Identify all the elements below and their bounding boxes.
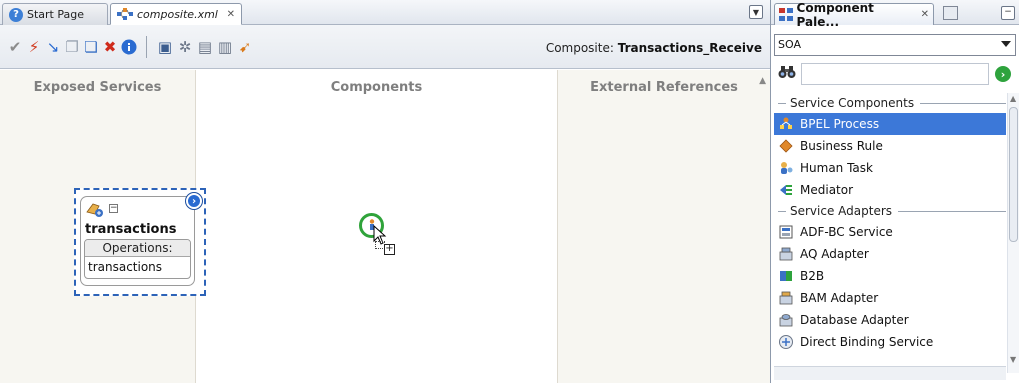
- group-label: Service Components: [790, 96, 915, 110]
- test-icon[interactable]: ▣: [156, 38, 174, 56]
- operations-header: Operations:: [85, 240, 190, 257]
- wire-handle-icon[interactable]: ›: [186, 193, 202, 209]
- composite-editor: ? Start Page composite.xml ✕ ▼ ✔ ⚡ ↘ ❐ ❏…: [0, 0, 770, 383]
- composite-prefix: Composite:: [545, 41, 614, 55]
- palette-list: Service Components BPEL Process Business…: [774, 93, 1006, 378]
- tab-list-dropdown-button[interactable]: ▼: [749, 5, 763, 19]
- aq-adapter-icon: [778, 246, 794, 262]
- wire-icon[interactable]: ↘: [44, 38, 62, 56]
- palette-item-label: Database Adapter: [800, 313, 909, 327]
- palette-title: Component Pale...: [796, 0, 874, 29]
- tab-close-icon[interactable]: ✕: [227, 9, 235, 20]
- palette-item-b2b[interactable]: B2B: [774, 265, 1006, 287]
- deploy-icon[interactable]: ⚡: [25, 38, 43, 56]
- info-icon[interactable]: [120, 38, 138, 56]
- external-references-title: External References: [590, 80, 738, 95]
- tab-start-page[interactable]: ? Start Page: [2, 3, 108, 25]
- composite-name-label: Composite: Transactions_Receive: [546, 41, 762, 55]
- palette-item-direct-binding-service[interactable]: Direct Binding Service: [774, 331, 1006, 353]
- palette-category-select[interactable]: SOA: [774, 34, 1016, 56]
- web-service-icon: [85, 200, 105, 218]
- chevron-down-icon: [1001, 41, 1011, 47]
- toolbar-separator: [146, 36, 147, 58]
- composite-icon: [117, 8, 133, 20]
- palette-item-label: ADF-BC Service: [800, 225, 893, 239]
- service-component[interactable]: − transactions Operations: transactions: [80, 196, 195, 286]
- external-references-lane[interactable]: External References ▲: [557, 70, 770, 383]
- direct-binding-icon: [778, 334, 794, 350]
- group-header-service-components[interactable]: Service Components: [774, 93, 1006, 113]
- mediator-icon: [778, 182, 794, 198]
- palette-item-label: BAM Adapter: [800, 291, 879, 305]
- collapse-button[interactable]: −: [109, 204, 118, 213]
- palette-item-label: Business Rule: [800, 139, 883, 153]
- palette-item-human-task[interactable]: Human Task: [774, 157, 1006, 179]
- editor-toolbar: ✔ ⚡ ↘ ❐ ❏ ✖ ▣ ✲ ▤ ▥ ➹ Composite: Transac…: [0, 25, 770, 69]
- group-header-service-adapters[interactable]: Service Adapters: [774, 201, 1006, 221]
- palette-search-input[interactable]: [801, 63, 989, 85]
- binoculars-search-icon: [778, 65, 796, 83]
- palette-item-business-rule[interactable]: Business Rule: [774, 135, 1006, 157]
- exposed-services-title: Exposed Services: [33, 80, 162, 95]
- settings-icon[interactable]: ✲: [176, 38, 194, 56]
- tab-composite-xml[interactable]: composite.xml ✕: [110, 3, 242, 25]
- operation-item[interactable]: transactions: [85, 257, 190, 278]
- palette-item-database-adapter[interactable]: Database Adapter: [774, 309, 1006, 331]
- palette-item-adf-bc-service[interactable]: ADF-BC Service: [774, 221, 1006, 243]
- export-icon[interactable]: ▥: [216, 38, 234, 56]
- component-palette: Component Pale... ✕ − SOA › Service Comp…: [770, 0, 1019, 383]
- service-name: transactions: [85, 222, 177, 237]
- palette-close-icon[interactable]: ✕: [921, 9, 929, 20]
- palette-scrollbar[interactable]: ▲ ▼: [1007, 93, 1019, 373]
- tab-composite-label: composite.xml: [137, 7, 218, 21]
- adf-bc-icon: [778, 224, 794, 240]
- tab-resource-palette[interactable]: [943, 6, 958, 20]
- operations-panel: Operations: transactions: [84, 239, 191, 279]
- editor-tab-bar: ? Start Page composite.xml ✕ ▼: [0, 0, 770, 25]
- tab-start-page-label: Start Page: [27, 8, 84, 21]
- palette-item-mediator[interactable]: Mediator: [774, 179, 1006, 201]
- validate-icon[interactable]: ✔: [6, 38, 24, 56]
- palette-item-label: Human Task: [800, 161, 873, 175]
- run-icon[interactable]: ➹: [236, 38, 254, 56]
- palette-status-strip: [774, 366, 1006, 380]
- scroll-up-icon[interactable]: ▲: [1010, 94, 1016, 103]
- group-label: Service Adapters: [790, 204, 893, 218]
- palette-category-value: SOA: [778, 38, 801, 51]
- palette-item-bpel-process[interactable]: BPEL Process: [774, 113, 1006, 135]
- properties-icon[interactable]: ▤: [196, 38, 214, 56]
- tab-component-palette[interactable]: Component Pale... ✕: [774, 1, 934, 29]
- palette-scroll-thumb[interactable]: [1009, 107, 1018, 242]
- paste-icon[interactable]: ❏: [82, 38, 100, 56]
- palette-tab-bar: Component Pale... ✕ −: [771, 0, 1019, 29]
- palette-item-label: AQ Adapter: [800, 247, 869, 261]
- drag-add-icon: +: [384, 243, 395, 255]
- palette-item-aq-adapter[interactable]: AQ Adapter: [774, 243, 1006, 265]
- copy-icon[interactable]: ❐: [63, 38, 81, 56]
- components-title: Components: [330, 80, 423, 95]
- help-icon: ?: [9, 7, 23, 22]
- bpel-process-icon: [778, 116, 794, 132]
- minimize-button[interactable]: −: [1001, 6, 1015, 20]
- palette-item-label: B2B: [800, 269, 825, 283]
- database-adapter-icon: [778, 312, 794, 328]
- scroll-down-icon[interactable]: ▼: [1010, 355, 1016, 364]
- palette-grid-icon: [779, 8, 793, 21]
- palette-item-label: Mediator: [800, 183, 854, 197]
- palette-item-label: BPEL Process: [800, 117, 880, 131]
- delete-icon[interactable]: ✖: [101, 38, 119, 56]
- bam-adapter-icon: [778, 290, 794, 306]
- service-selection-box[interactable]: − transactions Operations: transactions …: [74, 188, 206, 296]
- composite-name: Transactions_Receive: [617, 41, 762, 55]
- search-go-icon[interactable]: ›: [995, 66, 1011, 82]
- palette-item-label: Direct Binding Service: [800, 335, 934, 349]
- human-task-icon: [778, 160, 794, 176]
- canvas-scroll-up-icon[interactable]: ▲: [759, 76, 766, 86]
- business-rule-icon: [778, 138, 794, 154]
- palette-item-bam-adapter[interactable]: BAM Adapter: [774, 287, 1006, 309]
- b2b-icon: [778, 268, 794, 284]
